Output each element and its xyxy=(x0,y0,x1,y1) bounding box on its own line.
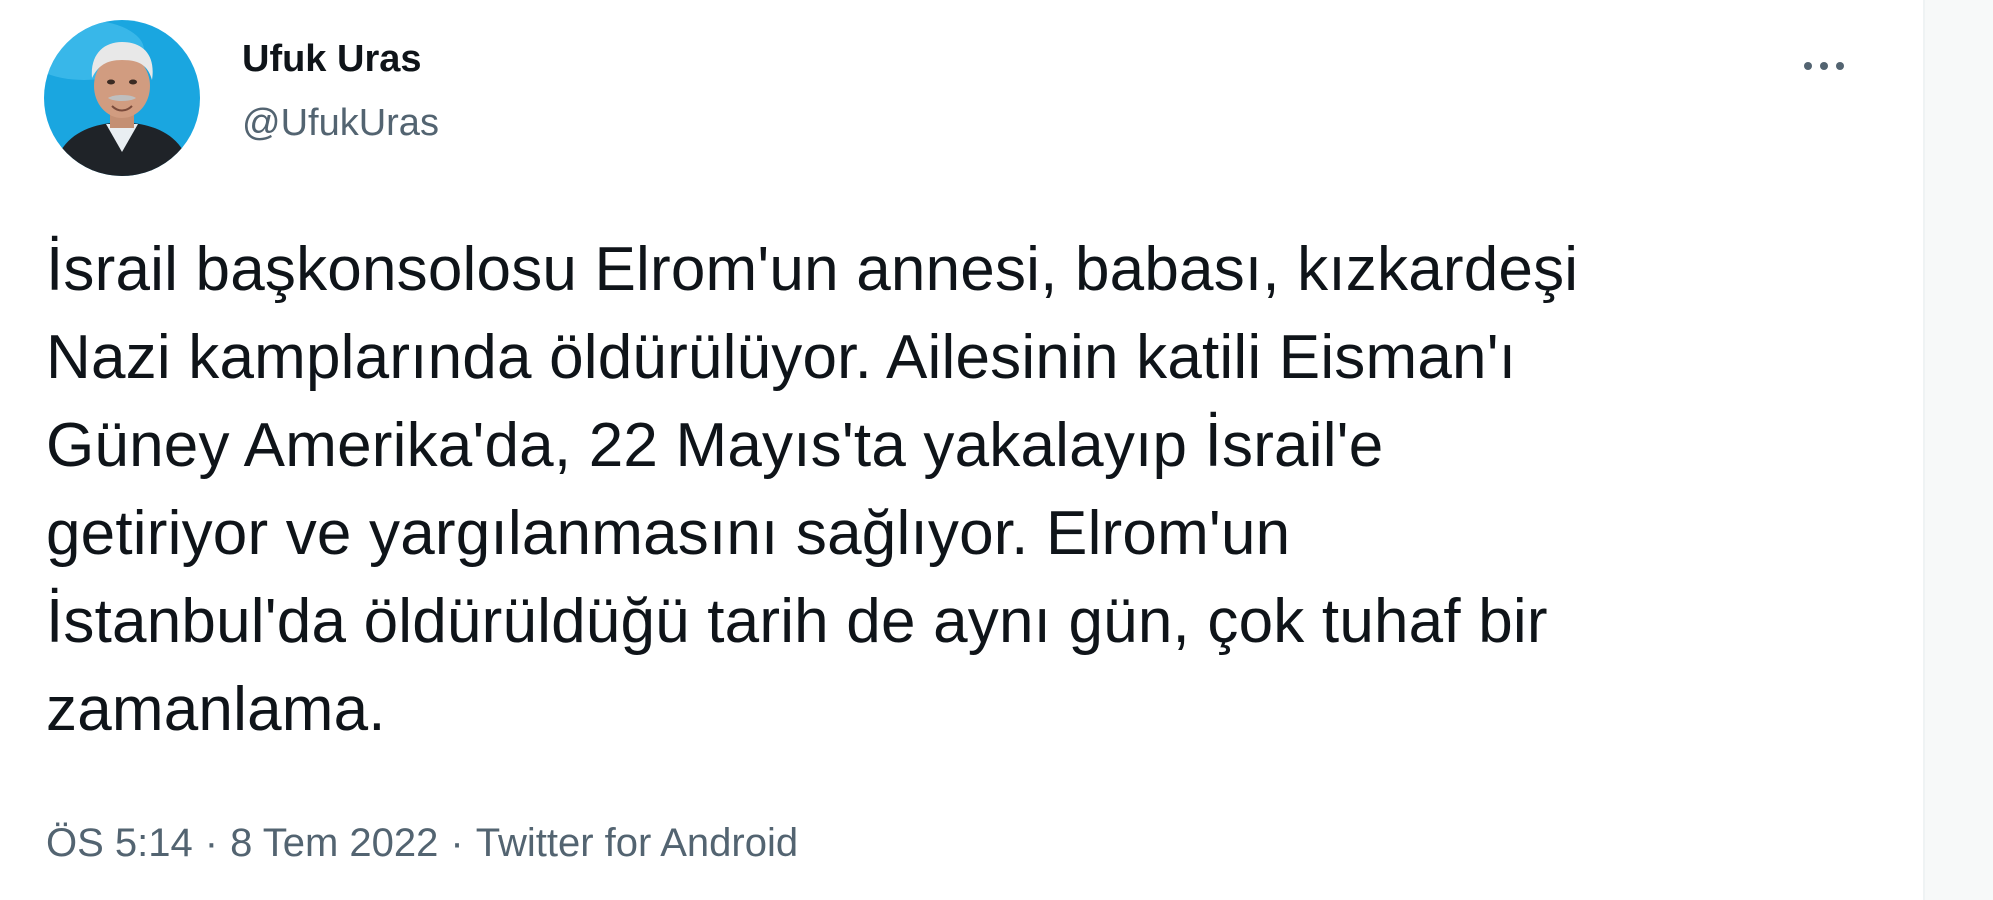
profile-photo-icon xyxy=(44,20,200,176)
meta-separator: · xyxy=(450,821,464,865)
tweet-timestamp-date[interactable]: 8 Tem 2022 xyxy=(230,821,438,865)
tweet-header: Ufuk Uras @UfukUras xyxy=(44,20,1884,180)
tweet-text-line: getiriyor ve yargılanmasını sağlıyor. El… xyxy=(46,499,1291,568)
tweet-source[interactable]: Twitter for Android xyxy=(476,821,798,865)
tweet-text-line: İsrail başkonsolosu Elrom'un annesi, bab… xyxy=(46,235,1579,304)
right-gutter xyxy=(1925,0,1993,900)
more-horizontal-icon xyxy=(1804,62,1844,70)
tweet-text-line: Nazi kamplarında öldürülüyor. Ailesinin … xyxy=(46,323,1517,392)
meta-separator: · xyxy=(204,821,219,865)
tweet-text-line: İstanbul'da öldürüldüğü tarih de aynı gü… xyxy=(46,587,1548,656)
tweet-text: İsrail başkonsolosu Elrom'un annesi, bab… xyxy=(46,226,1876,754)
avatar[interactable] xyxy=(44,20,200,176)
tweet-timestamp-time[interactable]: ÖS 5:14 xyxy=(46,821,193,865)
author-identity: Ufuk Uras @UfukUras xyxy=(242,36,439,146)
tweet-text-line: zamanlama. xyxy=(46,675,386,744)
tweet-card: Ufuk Uras @UfukUras İsrail başkonsolosu … xyxy=(0,0,1925,900)
author-handle[interactable]: @UfukUras xyxy=(242,100,439,146)
author-display-name[interactable]: Ufuk Uras xyxy=(242,36,439,82)
tweet-metadata: ÖS 5:14 · 8 Tem 2022 · Twitter for Android xyxy=(46,818,798,868)
more-options-button[interactable] xyxy=(1788,38,1860,94)
tweet-text-line: Güney Amerika'da, 22 Mayıs'ta yakalayıp … xyxy=(46,411,1384,480)
